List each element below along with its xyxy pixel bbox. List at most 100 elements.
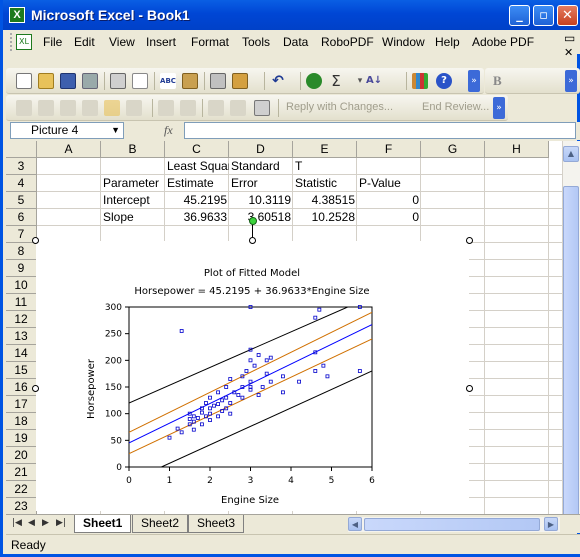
paste-icon[interactable] bbox=[232, 73, 248, 89]
review-icon-7[interactable] bbox=[158, 100, 174, 116]
row-header-8[interactable]: 8 bbox=[6, 243, 37, 260]
formula-input[interactable] bbox=[184, 122, 576, 139]
reply-with-changes-button[interactable]: Reply with Changes... bbox=[286, 101, 393, 113]
minimize-button[interactable]: _ bbox=[509, 5, 530, 26]
menu-robopdf[interactable]: RoboPDF bbox=[321, 35, 374, 49]
row-header-20[interactable]: 20 bbox=[6, 447, 37, 464]
cell-e4[interactable]: Statistic bbox=[293, 175, 357, 192]
excel-app-icon[interactable]: X bbox=[9, 7, 25, 23]
cell-d6[interactable]: 3.60518 bbox=[229, 209, 293, 226]
column-header-c[interactable]: C bbox=[165, 141, 229, 158]
select-all-corner[interactable] bbox=[6, 141, 37, 158]
menu-format[interactable]: Format bbox=[191, 35, 229, 49]
title-bar[interactable]: X Microsoft Excel - Book1 _ ▫ ✕ bbox=[3, 0, 580, 30]
row-header-12[interactable]: 12 bbox=[6, 311, 37, 328]
tab-sheet2[interactable]: Sheet2 bbox=[132, 515, 189, 533]
rotation-handle[interactable] bbox=[249, 217, 257, 225]
menu-adobe-pdf[interactable]: Adobe PDF bbox=[472, 35, 534, 49]
cell-e6[interactable]: 10.2528 bbox=[293, 209, 357, 226]
row-header-18[interactable]: 18 bbox=[6, 413, 37, 430]
horizontal-scroll-thumb[interactable] bbox=[364, 518, 540, 531]
row-header-9[interactable]: 9 bbox=[6, 260, 37, 277]
print-preview-icon[interactable] bbox=[132, 73, 148, 89]
new-icon[interactable] bbox=[16, 73, 32, 89]
spelling-icon[interactable]: ABC bbox=[160, 73, 176, 89]
copy-icon[interactable] bbox=[210, 73, 226, 89]
cell-b6[interactable]: Slope bbox=[101, 209, 165, 226]
menu-tools[interactable]: Tools bbox=[242, 35, 270, 49]
mdi-close-button[interactable]: ✕ bbox=[564, 46, 573, 59]
help-icon[interactable]: ? bbox=[436, 73, 452, 89]
scroll-up-icon[interactable]: ▲ bbox=[563, 146, 579, 162]
review-icon-4[interactable] bbox=[82, 100, 98, 116]
review-icon-11[interactable] bbox=[254, 100, 270, 116]
resize-handle-n[interactable] bbox=[249, 237, 256, 244]
menu-help[interactable]: Help bbox=[435, 35, 460, 49]
formatting-options-icon[interactable]: » bbox=[565, 70, 577, 92]
menu-edit[interactable]: Edit bbox=[74, 35, 95, 49]
menu-grip[interactable] bbox=[10, 33, 13, 51]
review-icon-6[interactable] bbox=[126, 100, 142, 116]
cell-d5[interactable]: 10.3119 bbox=[229, 192, 293, 209]
row-header-4[interactable]: 4 bbox=[6, 175, 37, 192]
column-header-d[interactable]: D bbox=[229, 141, 293, 158]
column-header-g[interactable]: G bbox=[421, 141, 485, 158]
tab-sheet3[interactable]: Sheet3 bbox=[188, 515, 245, 533]
cell-b5[interactable]: Intercept bbox=[101, 192, 165, 209]
first-sheet-icon[interactable]: |◀ bbox=[12, 518, 22, 528]
cell-e3[interactable]: T bbox=[293, 158, 357, 175]
review-icon-2[interactable] bbox=[38, 100, 54, 116]
maximize-button[interactable]: ▫ bbox=[533, 5, 554, 26]
name-box-dropdown-icon[interactable]: ▼ bbox=[111, 123, 120, 138]
prev-sheet-icon[interactable]: ◀ bbox=[28, 518, 35, 528]
fitted-model-chart[interactable]: Plot of Fitted Model Horsepower = 45.219… bbox=[36, 241, 469, 511]
fx-icon[interactable]: fx bbox=[164, 123, 173, 138]
mdi-minimize-button[interactable]: ▭ bbox=[564, 31, 575, 45]
column-header-b[interactable]: B bbox=[101, 141, 165, 158]
resize-handle-e[interactable] bbox=[466, 385, 473, 392]
row-header-21[interactable]: 21 bbox=[6, 464, 37, 481]
review-icon-10[interactable] bbox=[230, 100, 246, 116]
review-icon-8[interactable] bbox=[180, 100, 196, 116]
column-header-f[interactable]: F bbox=[357, 141, 421, 158]
column-header-a[interactable]: A bbox=[37, 141, 101, 158]
cell-f4[interactable]: P-Value bbox=[357, 175, 421, 192]
review-icon-3[interactable] bbox=[60, 100, 76, 116]
row-header-19[interactable]: 19 bbox=[6, 430, 37, 447]
menu-data[interactable]: Data bbox=[283, 35, 308, 49]
menu-window[interactable]: Window bbox=[382, 35, 425, 49]
tab-sheet1[interactable]: Sheet1 bbox=[74, 515, 132, 533]
resize-handle-ne[interactable] bbox=[466, 237, 473, 244]
hyperlink-icon[interactable] bbox=[306, 73, 322, 89]
column-header-h[interactable]: H bbox=[485, 141, 549, 158]
row-header-22[interactable]: 22 bbox=[6, 481, 37, 498]
scroll-left-icon[interactable]: ◀ bbox=[348, 517, 362, 531]
workbook-icon[interactable]: XL bbox=[16, 34, 32, 50]
next-sheet-icon[interactable]: ▶ bbox=[42, 518, 49, 528]
row-header-6[interactable]: 6 bbox=[6, 209, 37, 226]
menu-insert[interactable]: Insert bbox=[146, 35, 176, 49]
vertical-scroll-thumb[interactable] bbox=[563, 186, 579, 516]
save-icon[interactable] bbox=[60, 73, 76, 89]
row-header-17[interactable]: 17 bbox=[6, 396, 37, 413]
end-review-button[interactable]: End Review... bbox=[422, 101, 489, 113]
cell-d4[interactable]: Error bbox=[229, 175, 293, 192]
open-icon[interactable] bbox=[38, 73, 54, 89]
scroll-right-icon[interactable]: ▶ bbox=[544, 517, 558, 531]
menu-file[interactable]: File bbox=[43, 35, 62, 49]
cell-f6[interactable]: 0 bbox=[357, 209, 421, 226]
row-header-13[interactable]: 13 bbox=[6, 328, 37, 345]
cell-c5[interactable]: 45.2195 bbox=[165, 192, 229, 209]
row-header-5[interactable]: 5 bbox=[6, 192, 37, 209]
row-header-10[interactable]: 10 bbox=[6, 277, 37, 294]
toolbar-options-icon[interactable]: » bbox=[468, 70, 480, 92]
reviewing-options-icon[interactable]: » bbox=[493, 97, 505, 119]
row-header-14[interactable]: 14 bbox=[6, 345, 37, 362]
column-header-e[interactable]: E bbox=[293, 141, 357, 158]
vertical-scrollbar[interactable]: ▲ bbox=[562, 141, 580, 516]
permission-icon[interactable] bbox=[82, 73, 98, 89]
cell-e5[interactable]: 4.38515 bbox=[293, 192, 357, 209]
cell-b4[interactable]: Parameter bbox=[101, 175, 165, 192]
row-header-3[interactable]: 3 bbox=[6, 158, 37, 175]
research-icon[interactable] bbox=[182, 73, 198, 89]
